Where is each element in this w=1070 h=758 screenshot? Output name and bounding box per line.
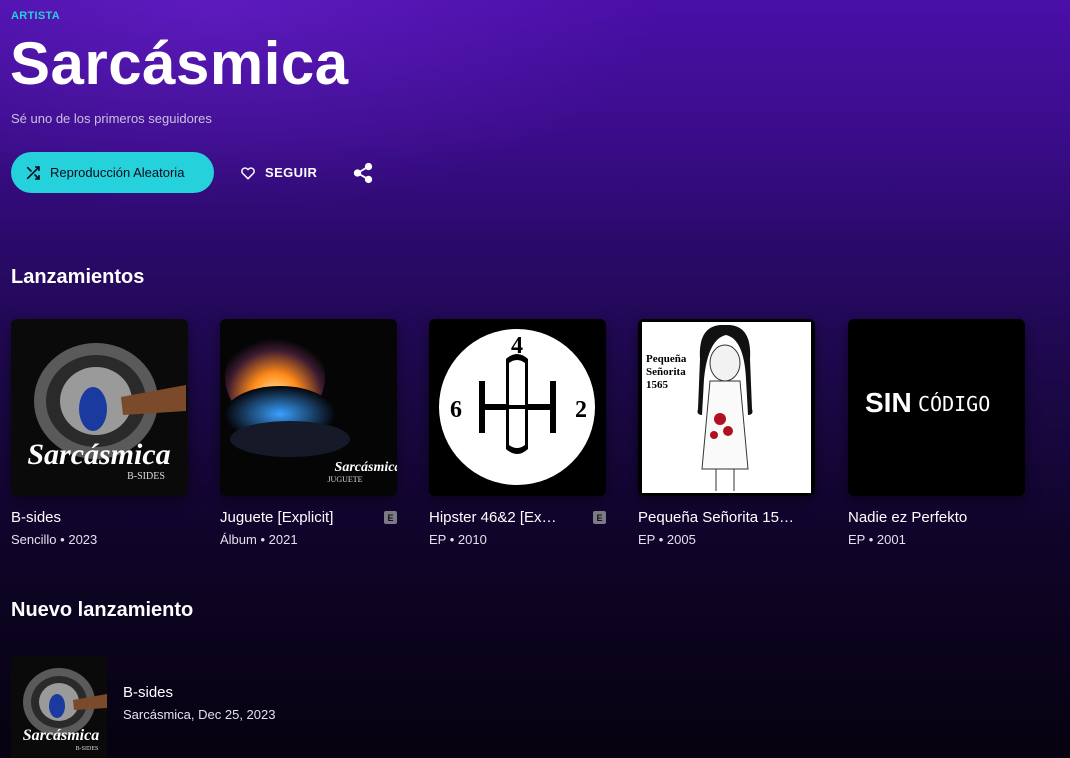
cover-text: Sarcásmica: [27, 438, 170, 471]
release-meta: Sencillo • 2023: [11, 532, 98, 547]
heart-icon: [241, 166, 255, 179]
shuffle-play-button[interactable]: Reproducción Aleatoria: [11, 152, 214, 193]
new-release-title[interactable]: B-sides: [123, 684, 173, 701]
releases-heading: Lanzamientos: [11, 266, 145, 288]
release-card[interactable]: Sarcásmica JUGUETE Juguete [Explicit] E …: [220, 319, 397, 547]
release-title[interactable]: B-sides: [11, 509, 61, 526]
release-card[interactable]: SIN CÓDIGO Nadie ez Perfekto EP • 2001: [848, 319, 1025, 547]
release-card[interactable]: Pequeña Señorita 1565 Pequeña Señorita 1…: [638, 319, 815, 547]
shuffle-label: Reproducción Aleatoria: [50, 165, 185, 180]
release-meta: EP • 2001: [848, 532, 906, 547]
release-title[interactable]: Pequeña Señorita 15…: [638, 509, 794, 526]
release-meta: Álbum • 2021: [220, 532, 298, 547]
new-release-heading: Nuevo lanzamiento: [11, 599, 194, 621]
cover-subtext: B-SIDES: [76, 746, 99, 752]
new-release-meta: Sarcásmica, Dec 25, 2023: [123, 707, 276, 722]
cover-subtext: B-SIDES: [127, 471, 165, 482]
release-meta: EP • 2010: [429, 532, 487, 547]
release-card[interactable]: 4 6 2 Hipster 46&2 [Ex… E EP • 2010: [429, 319, 606, 547]
share-icon[interactable]: [352, 162, 374, 184]
album-cover[interactable]: SIN CÓDIGO: [848, 319, 1025, 496]
cover-text: Sarcásmica: [335, 460, 397, 475]
explicit-badge: E: [593, 511, 606, 524]
cover-digit: 2: [575, 397, 587, 423]
cover-subtext: CÓDIGO: [918, 392, 990, 416]
release-title[interactable]: Nadie ez Perfekto: [848, 509, 967, 526]
cover-digit: 4: [511, 333, 523, 359]
release-card[interactable]: Sarcásmica B-SIDES B-sides Sencillo • 20…: [11, 319, 188, 547]
cover-text: Sarcásmica: [23, 727, 99, 744]
album-cover[interactable]: Sarcásmica JUGUETE: [220, 319, 397, 496]
album-cover[interactable]: Pequeña Señorita 1565: [638, 319, 815, 496]
shuffle-icon: [26, 165, 40, 180]
release-title[interactable]: Juguete [Explicit]: [220, 509, 333, 526]
release-title[interactable]: Hipster 46&2 [Ex…: [429, 509, 557, 526]
cover-digit: 6: [450, 397, 462, 423]
cover-text: Pequeña Señorita 1565: [646, 353, 687, 391]
cover-text: SIN: [865, 387, 912, 418]
new-release-cover[interactable]: Sarcásmica B-SIDES: [11, 656, 107, 758]
followers-text: Sé uno de los primeros seguidores: [11, 111, 212, 126]
explicit-badge: E: [384, 511, 397, 524]
release-meta: EP • 2005: [638, 532, 696, 547]
follow-label: SEGUIR: [265, 165, 318, 180]
album-cover[interactable]: Sarcásmica B-SIDES: [11, 319, 188, 496]
artist-name: Sarcásmica: [10, 30, 349, 97]
album-cover[interactable]: 4 6 2: [429, 319, 606, 496]
artist-eyebrow: ARTISTA: [11, 10, 60, 22]
follow-button[interactable]: SEGUIR: [240, 152, 317, 193]
cover-subtext: JUGUETE: [327, 475, 362, 484]
